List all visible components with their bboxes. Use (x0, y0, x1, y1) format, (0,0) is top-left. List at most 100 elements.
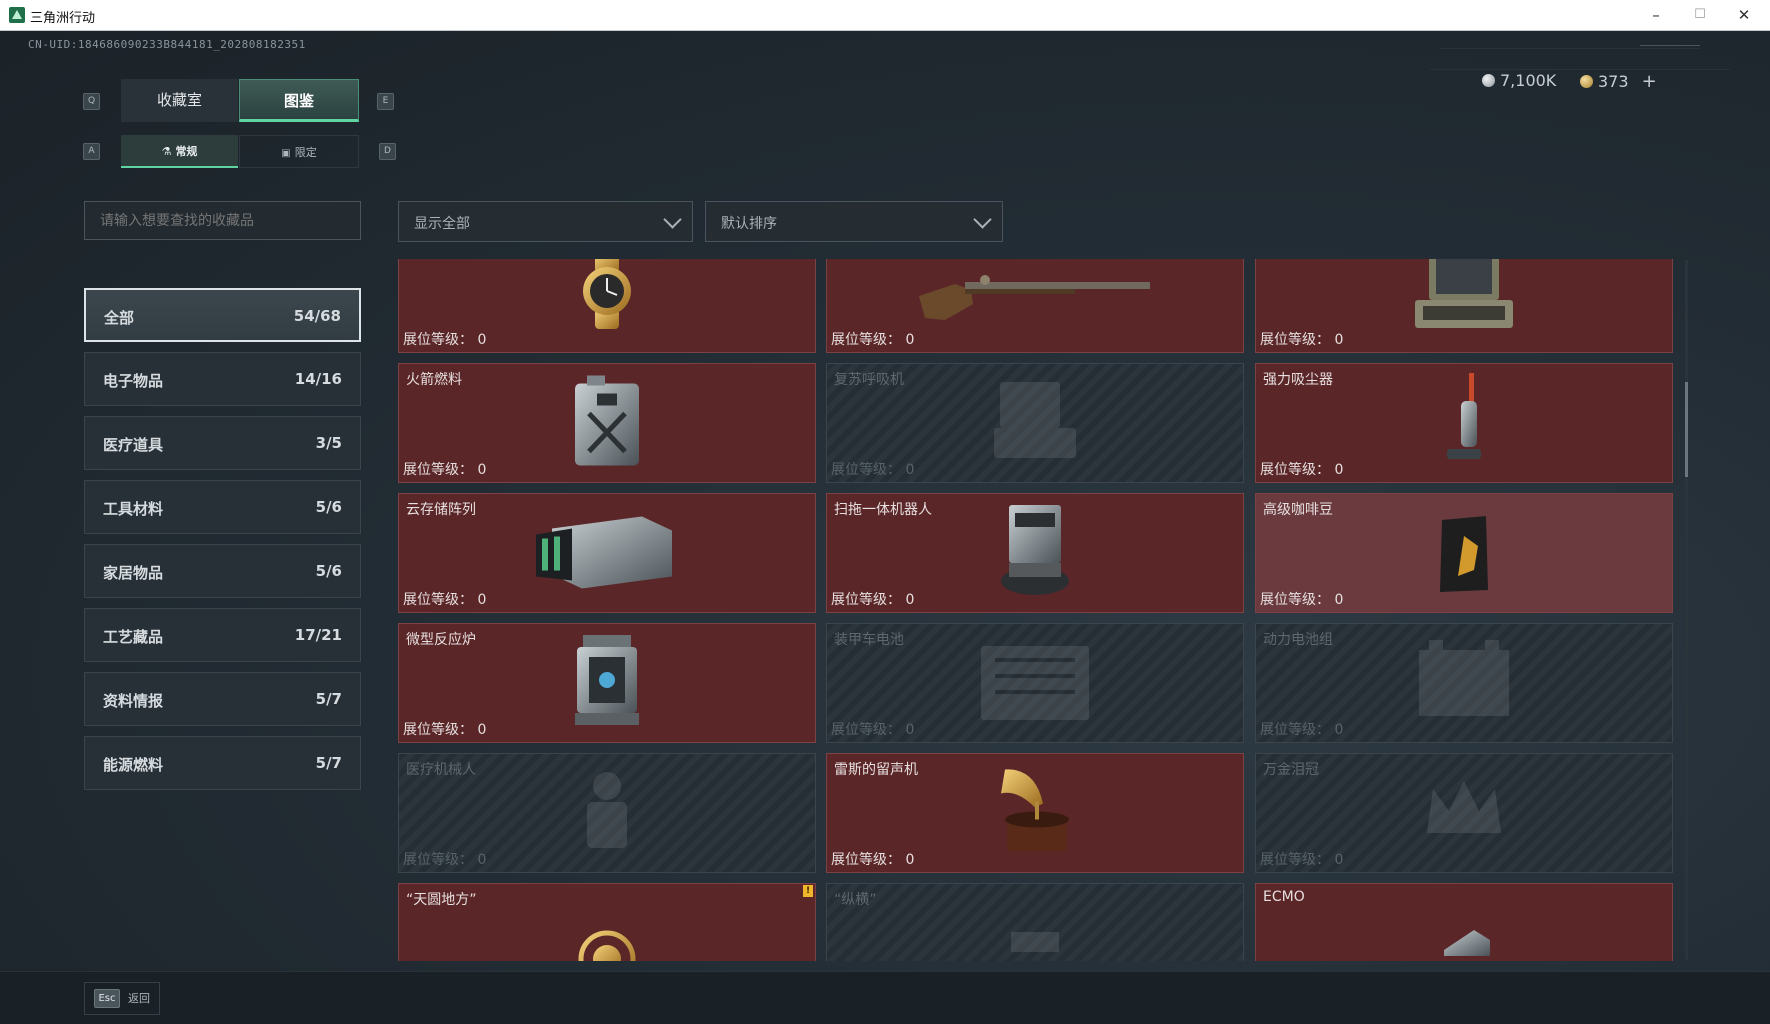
category-name: 电子物品 (103, 372, 164, 390)
category-item[interactable]: 全部 54/68 (84, 288, 361, 342)
filter-dropdown[interactable]: 显示全部 (398, 201, 693, 242)
coffee-bag-icon (1434, 506, 1494, 600)
level-value: 0 (1334, 332, 1344, 348)
tab-limited[interactable]: ▣ 限定 (239, 135, 359, 168)
add-currency-button[interactable]: + (1642, 71, 1657, 92)
key-hint-q: Q (83, 93, 100, 110)
currency-gold: 373 + (1580, 71, 1657, 93)
level-label: 展位等级： (831, 332, 901, 348)
card-title: 高级咖啡豆 (1263, 502, 1333, 518)
bottom-bar: Esc 返回 (0, 971, 1770, 1024)
category-item[interactable]: 医疗道具 3/5 (84, 416, 361, 470)
collection-card[interactable]: 强力吸尘器 展位等级： 0 (1255, 363, 1673, 483)
collection-card[interactable]: 装甲车电池 展位等级： 0 (826, 623, 1244, 743)
bg-line (1440, 48, 1700, 49)
level-value: 0 (905, 722, 915, 738)
game-viewport: CN-UID:184686090233B844181_202808182351 … (0, 31, 1770, 1024)
level-value: 0 (1334, 592, 1344, 608)
card-title: “天圆地方” (406, 892, 477, 908)
category-item[interactable]: 家居物品 5/6 (84, 544, 361, 598)
bg-line (1640, 45, 1700, 46)
collection-card[interactable]: 名贵机械表展位等级： 0 (398, 259, 816, 353)
level-label: 展位等级： (831, 592, 901, 608)
terminal-icon (1409, 259, 1519, 340)
card-level: 展位等级： 0 (1260, 719, 1343, 739)
collection-card[interactable]: 扫拖一体机器人 展位等级： 0 (826, 493, 1244, 613)
collection-card[interactable]: 云存储阵列 展位等级： 0 (398, 493, 816, 613)
robot-vacuum-icon (995, 501, 1075, 605)
window-titlebar: 三角洲行动 – ☐ ✕ (0, 0, 1770, 31)
card-title: 复苏呼吸机 (834, 372, 904, 388)
card-title: 微型反应炉 (406, 632, 476, 648)
card-level: 展位等级： 0 (1260, 459, 1343, 479)
category-name: 工具材料 (103, 500, 164, 518)
app-logo-icon (9, 7, 25, 23)
level-label: 展位等级： (1260, 462, 1330, 478)
card-title: “纵横” (834, 892, 877, 908)
category-item[interactable]: 资料情报 5/7 (84, 672, 361, 726)
collection-card[interactable]: 微型反应炉展位等级： 0 (398, 623, 816, 743)
category-name: 资料情报 (103, 692, 164, 710)
card-title: 万金泪冠 (1263, 762, 1319, 778)
category-count: 3/5 (315, 434, 342, 452)
close-button[interactable]: ✕ (1722, 0, 1766, 31)
collection-card[interactable]: 医疗机械人 展位等级： 0 (398, 753, 816, 873)
collection-grid: 名贵机械表展位等级： 0滑膛枪展品展位等级： 0军用信息终端展位等级： 0 火箭燃… (398, 259, 1678, 961)
level-label: 展位等级： (831, 852, 901, 868)
musket-icon (915, 259, 1155, 330)
currency-silver: 7,100K (1482, 71, 1556, 93)
collection-card[interactable]: 军用信息终端展位等级： 0 (1255, 259, 1673, 353)
sort-dropdown[interactable]: 默认排序 (705, 201, 1003, 242)
grid-scrollbar[interactable] (1685, 260, 1688, 960)
collection-card[interactable]: “天圆地方”展位等级： 0! (398, 883, 816, 961)
collection-card[interactable]: 雷斯的留声机 展位等级： 0 (826, 753, 1244, 873)
collection-card[interactable]: 万金泪冠展位等级： 0 (1255, 753, 1673, 873)
collection-card[interactable]: ECMO展位等级： 0 (1255, 883, 1673, 961)
card-level: 展位等级： 0 (1260, 329, 1343, 349)
collection-card[interactable]: 火箭燃料 展位等级： 0 (398, 363, 816, 483)
esc-key-hint: Esc (94, 989, 120, 1008)
maximize-button[interactable]: ☐ (1678, 0, 1722, 31)
category-item[interactable]: 工具材料 5/6 (84, 480, 361, 534)
bg-line (1430, 69, 1730, 70)
card-level: 展位等级： 0 (403, 849, 486, 869)
level-value: 0 (477, 722, 487, 738)
vacuum-icon (1439, 371, 1489, 475)
ventilator-icon (990, 376, 1080, 470)
category-item[interactable]: 工艺藏品 17/21 (84, 608, 361, 662)
level-label: 展位等级： (403, 722, 473, 738)
card-level: 展位等级： 0 (831, 849, 914, 869)
card-level: 展位等级： 0 (831, 459, 914, 479)
minimize-button[interactable]: – (1634, 0, 1678, 31)
tab-collection-room[interactable]: 收藏室 (121, 79, 238, 122)
reactor-icon (567, 631, 647, 735)
collection-card[interactable]: 高级咖啡豆展位等级： 0 (1255, 493, 1673, 613)
category-count: 17/21 (294, 626, 342, 644)
collection-card[interactable]: 复苏呼吸机展位等级： 0 (826, 363, 1244, 483)
card-level: 展位等级： 0 (1260, 849, 1343, 869)
level-label: 展位等级： (403, 852, 473, 868)
level-value: 0 (905, 462, 915, 478)
level-label: 展位等级： (403, 592, 473, 608)
fuel-can-icon (567, 374, 647, 473)
tab-regular[interactable]: ⚗ 常规 (121, 135, 238, 168)
scrollbar-thumb[interactable] (1685, 382, 1688, 477)
category-name: 家居物品 (103, 564, 164, 582)
storage-array-icon (532, 509, 682, 598)
currency-silver-value: 7,100K (1500, 71, 1557, 90)
collection-card[interactable]: “纵横”展位等级： 0 (826, 883, 1244, 961)
category-count: 5/7 (315, 690, 342, 708)
collection-card[interactable]: 动力电池组 展位等级： 0 (1255, 623, 1673, 743)
window-title: 三角洲行动 (30, 11, 96, 26)
level-value: 0 (1334, 462, 1344, 478)
search-input[interactable] (84, 201, 361, 240)
category-item[interactable]: 电子物品 14/16 (84, 352, 361, 406)
level-value: 0 (477, 852, 487, 868)
tab-catalog[interactable]: 图鉴 (239, 79, 359, 122)
card-level: 展位等级： 0 (1260, 589, 1343, 609)
collection-card[interactable]: 滑膛枪展品展位等级： 0 (826, 259, 1244, 353)
level-label: 展位等级： (831, 722, 901, 738)
astrolabe-icon (577, 921, 637, 961)
category-item[interactable]: 能源燃料 5/7 (84, 736, 361, 790)
sort-dropdown-value: 默认排序 (721, 216, 777, 232)
